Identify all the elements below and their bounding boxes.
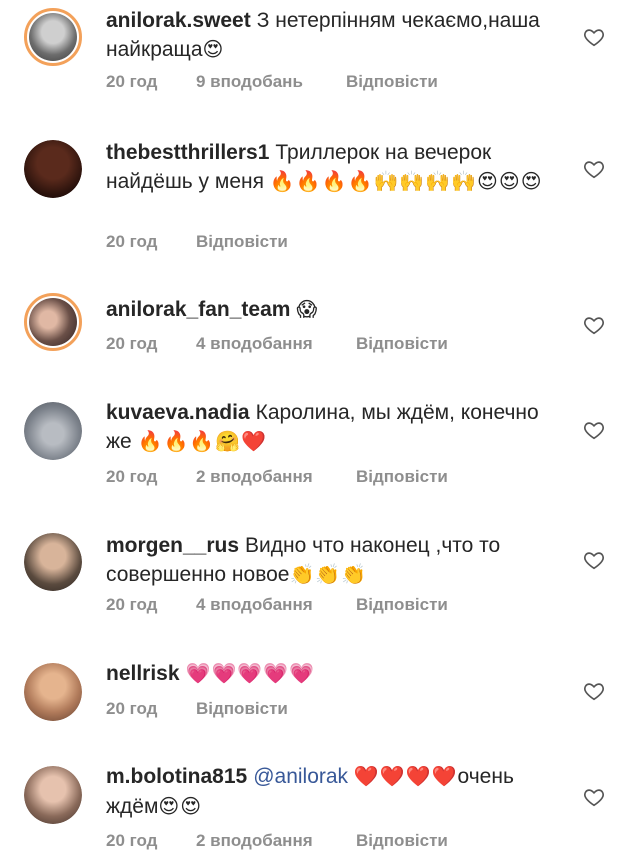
timestamp: 20 год [106, 699, 158, 718]
reply-button[interactable]: Відповісти [356, 831, 448, 851]
heart-icon[interactable] [583, 158, 605, 180]
comment-meta: 20 год Відповісти [106, 699, 288, 719]
comment-meta: 20 год 2 вподобання Відповісти [106, 467, 448, 487]
heart-icon[interactable] [583, 786, 605, 808]
timestamp: 20 год [106, 595, 158, 614]
avatar[interactable] [24, 402, 82, 460]
username[interactable]: m.bolotina815 [106, 765, 247, 788]
timestamp: 20 год [106, 467, 158, 486]
reply-button[interactable]: Відповісти [356, 467, 448, 487]
comment-meta: 20 год 4 вподобання Відповісти [106, 334, 448, 354]
heart-icon[interactable] [583, 549, 605, 571]
reply-button[interactable]: Відповісти [346, 72, 438, 92]
username[interactable]: anilorak.sweet [106, 9, 251, 32]
comment-text: anilorak_fan_team 😱 [106, 295, 566, 325]
likes-count[interactable]: 9 вподобань [196, 72, 346, 92]
comment-text: nellrisk 💗💗💗💗💗 [106, 659, 566, 689]
heart-icon[interactable] [583, 26, 605, 48]
heart-icon[interactable] [583, 314, 605, 336]
likes-count[interactable]: 4 вподобання [196, 334, 356, 354]
heart-icon[interactable] [583, 419, 605, 441]
username[interactable]: anilorak_fan_team [106, 298, 290, 321]
avatar[interactable] [24, 293, 82, 351]
comment-text: thebestthrillers1 Триллерок на вечерок на… [106, 138, 566, 197]
likes-count[interactable]: 4 вподобання [196, 595, 356, 615]
avatar[interactable] [24, 140, 82, 198]
username[interactable]: thebestthrillers1 [106, 141, 269, 164]
comment-meta: 20 год 2 вподобання Відповісти [106, 831, 448, 851]
emoji: 💗💗💗💗💗 [185, 663, 316, 685]
comment-text: kuvaeva.nadia Каролина, мы ждём, конечно … [106, 398, 566, 457]
avatar[interactable] [24, 533, 82, 591]
avatar[interactable] [24, 663, 82, 721]
emoji: ❤️❤️❤️❤️ [353, 766, 458, 788]
timestamp: 20 год [106, 334, 158, 353]
emoji: 😱 [296, 299, 319, 321]
timestamp: 20 год [106, 72, 158, 91]
username[interactable]: kuvaeva.nadia [106, 401, 250, 424]
reply-button[interactable]: Відповісти [196, 699, 288, 719]
timestamp: 20 год [106, 831, 158, 850]
username[interactable]: nellrisk [106, 662, 180, 685]
likes-count[interactable]: 2 вподобання [196, 831, 356, 851]
comment-text: m.bolotina815 @anilorak ❤️❤️❤️❤️очень ждё… [106, 762, 566, 822]
username[interactable]: morgen__rus [106, 534, 239, 557]
mention-link[interactable]: @anilorak [253, 765, 348, 788]
emoji: 🔥🔥🔥🤗❤️ [137, 431, 268, 453]
emoji: 😍 [202, 39, 225, 61]
avatar[interactable] [24, 766, 82, 824]
likes-count[interactable]: 2 вподобання [196, 467, 356, 487]
emoji: 👏👏👏 [289, 564, 368, 586]
comment-meta: 20 год 4 вподобання Відповісти [106, 595, 448, 615]
comment-text: anilorak.sweet З нетерпінням чекаємо,наша… [106, 6, 566, 65]
reply-button[interactable]: Відповісти [356, 595, 448, 615]
avatar[interactable] [24, 8, 82, 66]
comment-meta: 20 год 9 вподобань Відповісти [106, 72, 438, 92]
emoji: 😍😍 [158, 796, 203, 818]
comment-text: morgen__rus Видно что наконец ,что то сов… [106, 531, 566, 590]
comment-meta: 20 год Відповісти [106, 232, 288, 252]
timestamp: 20 год [106, 232, 158, 251]
heart-icon[interactable] [583, 680, 605, 702]
reply-button[interactable]: Відповісти [356, 334, 448, 354]
reply-button[interactable]: Відповісти [196, 232, 288, 252]
emoji: 🔥🔥🔥🔥🙌🙌🙌🙌😍😍😍 [269, 171, 543, 193]
